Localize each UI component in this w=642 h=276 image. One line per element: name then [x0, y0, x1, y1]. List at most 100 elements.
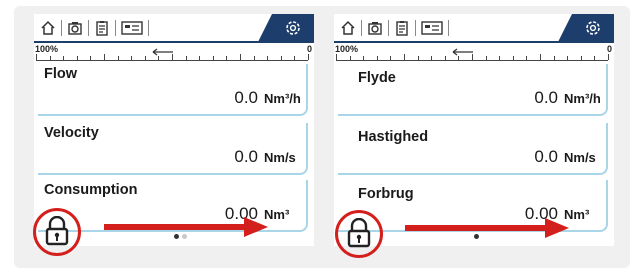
- level-scale: 100% 0: [334, 44, 614, 64]
- scale-tick: [580, 56, 582, 60]
- scale-tick: [199, 56, 201, 60]
- reading-label: Hastighed: [358, 129, 429, 145]
- scale-tick: [172, 54, 173, 60]
- scale-tick: [458, 56, 460, 60]
- reading-label: Consumption: [44, 182, 138, 198]
- scale-min-label: 0: [306, 44, 312, 54]
- scale-tick: [594, 56, 596, 60]
- scale-tick: [158, 56, 160, 60]
- scale-tick: [363, 56, 365, 60]
- scale-tick: [567, 56, 569, 60]
- reading-unit: Nm/s: [564, 150, 596, 165]
- gear-icon: [286, 21, 300, 35]
- red-arrow-icon: [405, 218, 569, 238]
- toolbar-separator: [115, 20, 116, 36]
- card-icon[interactable]: [419, 18, 445, 38]
- home-icon[interactable]: [338, 18, 358, 38]
- scale-tick: [431, 56, 433, 60]
- scale-tick: [49, 56, 51, 60]
- home-icon[interactable]: [38, 18, 58, 38]
- reading-value: 0.0: [234, 88, 258, 107]
- scale-tick: [76, 56, 78, 60]
- scale-tick: [90, 56, 92, 60]
- toolbar-separator: [415, 20, 416, 36]
- scale-tick: [349, 56, 351, 60]
- device-screen-english: 100% 0 Flow 0.0 Nm³/h Velocity 0.0 Nm/s …: [34, 14, 314, 246]
- scale-tick: [485, 56, 487, 60]
- document-icon[interactable]: [92, 18, 112, 38]
- scale-tick: [512, 56, 514, 60]
- scale-min-label: 0: [606, 44, 612, 54]
- scale-max-label: 100%: [35, 44, 59, 54]
- reading-label: Flow: [44, 66, 78, 82]
- scale-tick: [308, 54, 309, 60]
- toolbar-separator: [361, 20, 362, 36]
- reading-row-hastighed[interactable]: Hastighed 0.0 Nm/s: [338, 123, 608, 175]
- scale-tick: [226, 56, 228, 60]
- level-scale: 100% 0: [34, 44, 314, 64]
- left-arrow-icon: [152, 48, 173, 56]
- scale-tick: [499, 56, 501, 60]
- scale-tick: [144, 56, 146, 60]
- toolbar-separator: [61, 20, 62, 36]
- settings-tab[interactable]: [258, 14, 314, 42]
- top-bar-divider: [34, 41, 314, 43]
- scale-axis: [36, 60, 308, 61]
- scale-max-label: 100%: [335, 44, 359, 54]
- scale-tick: [376, 56, 378, 60]
- reading-row-velocity[interactable]: Velocity 0.0 Nm/s: [38, 123, 308, 175]
- reading-label: Forbrug: [358, 186, 414, 202]
- camera-icon[interactable]: [65, 18, 85, 38]
- scale-tick: [104, 54, 105, 60]
- scale-tick: [540, 54, 541, 60]
- toolbar-separator: [448, 20, 449, 36]
- scale-tick: [608, 54, 609, 60]
- scale-tick: [444, 56, 446, 60]
- toolbar-separator: [148, 20, 149, 36]
- scale-tick: [253, 56, 255, 60]
- reading-row-flyde[interactable]: Flyde 0.0 Nm³/h: [338, 64, 608, 116]
- card-icon[interactable]: [119, 18, 145, 38]
- device-screen-danish: 100% 0 Flyde 0.0 Nm³/h Hastighed 0.0 Nm/…: [334, 14, 614, 246]
- settings-tab[interactable]: [558, 14, 614, 42]
- lock-icon[interactable]: [44, 216, 70, 246]
- top-bar-divider: [334, 41, 614, 43]
- lock-highlight-circle: [33, 208, 81, 256]
- scale-tick: [294, 56, 296, 60]
- scale-tick: [336, 54, 337, 60]
- scale-tick: [63, 56, 65, 60]
- reading-unit: Nm³/h: [264, 91, 301, 106]
- scale-tick: [280, 56, 282, 60]
- lock-icon[interactable]: [346, 218, 372, 248]
- red-arrow-icon: [104, 217, 268, 237]
- top-bar: [334, 14, 614, 42]
- reading-value: 0.0: [534, 88, 558, 107]
- reading-row-flow[interactable]: Flow 0.0 Nm³/h: [38, 64, 308, 116]
- lock-highlight-circle: [335, 210, 383, 258]
- document-icon[interactable]: [392, 18, 412, 38]
- top-bar: [34, 14, 314, 42]
- reading-value: 0.0: [534, 147, 558, 166]
- gear-icon: [586, 21, 600, 35]
- scale-tick: [267, 56, 269, 60]
- scale-tick: [117, 56, 119, 60]
- scale-tick: [472, 54, 473, 60]
- camera-icon[interactable]: [365, 18, 385, 38]
- scale-tick: [404, 54, 405, 60]
- toolbar-separator: [388, 20, 389, 36]
- toolbar-separator: [88, 20, 89, 36]
- scale-axis: [336, 60, 608, 61]
- reading-value: 0.0: [234, 147, 258, 166]
- scale-tick: [553, 56, 555, 60]
- scale-tick: [240, 54, 241, 60]
- reading-label: Velocity: [44, 125, 99, 141]
- scale-tick: [526, 56, 528, 60]
- scale-tick: [390, 56, 392, 60]
- scale-tick: [185, 56, 187, 60]
- scale-tick: [36, 54, 37, 60]
- reading-unit: Nm³/h: [564, 91, 601, 106]
- reading-unit: Nm/s: [264, 150, 296, 165]
- scale-tick: [417, 56, 419, 60]
- left-arrow-icon: [452, 48, 473, 56]
- reading-label: Flyde: [358, 70, 396, 86]
